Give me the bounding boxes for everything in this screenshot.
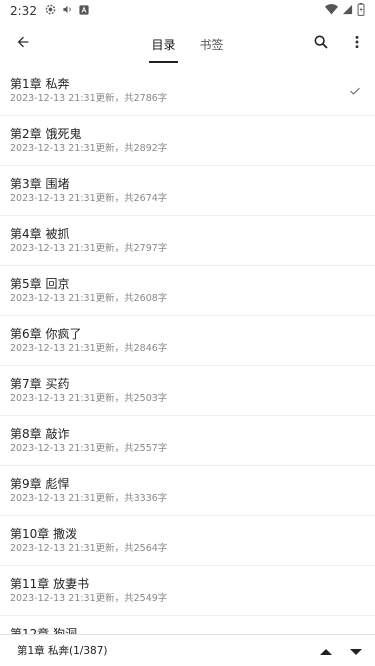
chapter-meta: 2023-12-13 21:31更新，共2846字	[10, 343, 168, 354]
chapter-meta: 2023-12-13 21:31更新，共2786字	[10, 93, 168, 104]
chapter-title: 第7章 买药	[10, 377, 70, 391]
triangle-up-icon	[320, 641, 332, 660]
chapter-title: 第6章 你疯了	[10, 327, 82, 341]
status-time: 2:32	[10, 4, 37, 18]
app-a-icon	[79, 4, 89, 18]
chapter-title: 第3章 围堵	[10, 177, 70, 191]
chapter-title: 第9章 彪悍	[10, 477, 70, 491]
chapter-meta: 2023-12-13 21:31更新，共2503字	[10, 393, 168, 404]
bottom-position-bar: 第1章 私奔(1/387)	[0, 634, 375, 666]
more-vert-icon	[354, 34, 360, 54]
triangle-down-icon	[350, 641, 362, 660]
chapter-item[interactable]: 第12章 狗洞	[0, 616, 375, 634]
current-chapter-check-icon	[349, 82, 361, 101]
scroll-down-button[interactable]	[343, 638, 369, 664]
chapter-title: 第2章 饿死鬼	[10, 127, 82, 141]
status-notification-icons	[45, 4, 89, 18]
chapter-meta: 2023-12-13 21:31更新，共2608字	[10, 293, 168, 304]
status-system-icons	[325, 3, 365, 19]
scroll-up-button[interactable]	[313, 638, 339, 664]
current-position-text: 第1章 私奔(1/387)	[17, 645, 108, 657]
search-icon	[313, 34, 329, 54]
chapter-title: 第5章 回京	[10, 277, 70, 291]
app-bar-actions	[303, 22, 375, 66]
bottom-actions	[313, 638, 375, 664]
wifi-icon	[325, 4, 338, 18]
tab-bookmarks[interactable]: 书签	[198, 22, 226, 66]
chapter-meta: 2023-12-13 21:31更新，共3336字	[10, 493, 168, 504]
chapter-item[interactable]: 第5章 回京 2023-12-13 21:31更新，共2608字	[0, 266, 375, 316]
tab-toc-label: 目录	[151, 37, 176, 52]
app-bar: 目录 书签	[0, 22, 375, 66]
status-bar: 2:32	[0, 0, 375, 22]
chapter-meta: 2023-12-13 21:31更新，共2549字	[10, 593, 168, 604]
chapter-title: 第10章 撒泼	[10, 527, 78, 541]
signal-icon	[342, 4, 353, 18]
tab-bookmarks-label: 书签	[199, 37, 224, 52]
chapter-item[interactable]: 第2章 饿死鬼 2023-12-13 21:31更新，共2892字	[0, 116, 375, 166]
chapter-meta: 2023-12-13 21:31更新，共2674字	[10, 193, 168, 204]
chapter-title: 第12章 狗洞	[10, 627, 78, 634]
back-button[interactable]	[1, 22, 45, 66]
chapter-item[interactable]: 第6章 你疯了 2023-12-13 21:31更新，共2846字	[0, 316, 375, 366]
chapter-meta: 2023-12-13 21:31更新，共2564字	[10, 543, 168, 554]
chapter-item[interactable]: 第3章 围堵 2023-12-13 21:31更新，共2674字	[0, 166, 375, 216]
chapter-item[interactable]: 第9章 彪悍 2023-12-13 21:31更新，共3336字	[0, 466, 375, 516]
chapter-item[interactable]: 第10章 撒泼 2023-12-13 21:31更新，共2564字	[0, 516, 375, 566]
chapter-title: 第1章 私奔	[10, 77, 70, 91]
chapter-title: 第8章 敲诈	[10, 427, 70, 441]
chapter-item[interactable]: 第7章 买药 2023-12-13 21:31更新，共2503字	[0, 366, 375, 416]
chapter-meta: 2023-12-13 21:31更新，共2797字	[10, 243, 168, 254]
chapter-list[interactable]: 第1章 私奔 2023-12-13 21:31更新，共2786字 第2章 饿死鬼…	[0, 66, 375, 634]
arrow-left-icon	[15, 34, 31, 54]
chapter-title: 第11章 放妻书	[10, 577, 90, 591]
chapter-meta: 2023-12-13 21:31更新，共2892字	[10, 143, 168, 154]
battery-icon	[357, 3, 365, 19]
chapter-item[interactable]: 第4章 被抓 2023-12-13 21:31更新，共2797字	[0, 216, 375, 266]
chapter-title: 第4章 被抓	[10, 227, 70, 241]
chapter-item[interactable]: 第1章 私奔 2023-12-13 21:31更新，共2786字	[0, 66, 375, 116]
search-button[interactable]	[303, 22, 339, 66]
more-options-button[interactable]	[339, 22, 375, 66]
volume-icon	[62, 4, 73, 18]
chapter-item[interactable]: 第11章 放妻书 2023-12-13 21:31更新，共2549字	[0, 566, 375, 616]
tab-toc[interactable]: 目录	[149, 22, 178, 66]
chapter-item[interactable]: 第8章 敲诈 2023-12-13 21:31更新，共2557字	[0, 416, 375, 466]
settings-gear-icon	[45, 4, 56, 18]
chapter-meta: 2023-12-13 21:31更新，共2557字	[10, 443, 168, 454]
